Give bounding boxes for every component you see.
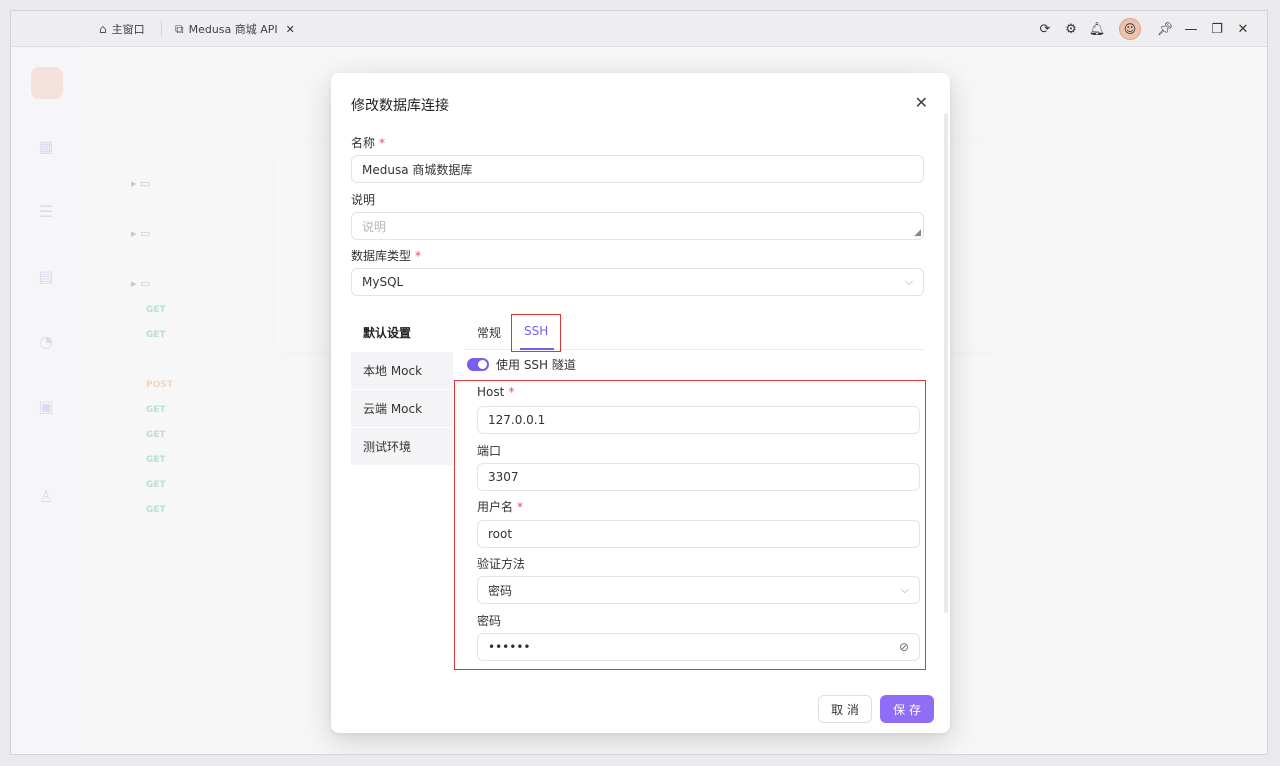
port-label: 端口	[477, 444, 502, 458]
env-item-cloud-mock[interactable]: 云端 Mock	[351, 390, 453, 427]
password-field[interactable]: •••••• ⊘	[477, 633, 920, 661]
eye-slash-icon[interactable]: ⊘	[899, 640, 909, 654]
chevron-down-icon: ⌵	[904, 275, 913, 288]
db-type-label: 数据库类型 *	[351, 249, 422, 263]
username-label: 用户名 *	[477, 500, 524, 514]
cancel-button[interactable]: 取 消	[818, 695, 872, 723]
env-item-default[interactable]: 默认设置	[351, 314, 453, 351]
modal-close-icon[interactable]: ✕	[915, 93, 928, 112]
host-label: Host *	[477, 385, 515, 399]
auth-method-label: 验证方法	[477, 557, 526, 571]
env-item-test-env[interactable]: 测试环境	[351, 428, 453, 465]
edit-db-connection-modal: 修改数据库连接 ✕ 名称 * Medusa 商城数据库 说明 说明 ◢ 数据库类型…	[331, 73, 950, 733]
modal-title: 修改数据库连接	[351, 98, 449, 114]
modal-scrollbar[interactable]	[944, 113, 948, 613]
ssh-tab-highlight	[511, 314, 561, 352]
username-field[interactable]: root	[477, 520, 920, 548]
resize-grip-icon[interactable]: ◢	[914, 228, 921, 238]
db-type-select[interactable]: MySQL ⌵	[351, 268, 924, 296]
auth-method-select[interactable]: 密码 ⌵	[477, 576, 920, 604]
name-label: 名称 *	[351, 136, 386, 150]
desc-label: 说明	[351, 193, 376, 207]
chevron-down-icon: ⌵	[900, 583, 909, 596]
app-window: ⌂ 主窗口 ⧉ Medusa 商城 API ✕ ⟳ ⚙ 🔔︎ ☺ 📌︎ — ❐ …	[10, 10, 1268, 755]
save-button[interactable]: 保 存	[880, 695, 934, 723]
tab-general[interactable]: 常规	[477, 324, 501, 341]
env-sidebar: 默认设置 本地 Mock 云端 Mock 测试环境	[351, 314, 453, 466]
description-textarea[interactable]: 说明 ◢	[351, 212, 924, 240]
host-field[interactable]: 127.0.0.1	[477, 406, 920, 434]
env-item-local-mock[interactable]: 本地 Mock	[351, 352, 453, 389]
port-field[interactable]: 3307	[477, 463, 920, 491]
password-label: 密码	[477, 614, 502, 628]
ssh-tunnel-label: 使用 SSH 隧道	[496, 358, 576, 372]
name-field[interactable]: Medusa 商城数据库	[351, 155, 924, 183]
ssh-tunnel-toggle[interactable]	[467, 358, 489, 371]
